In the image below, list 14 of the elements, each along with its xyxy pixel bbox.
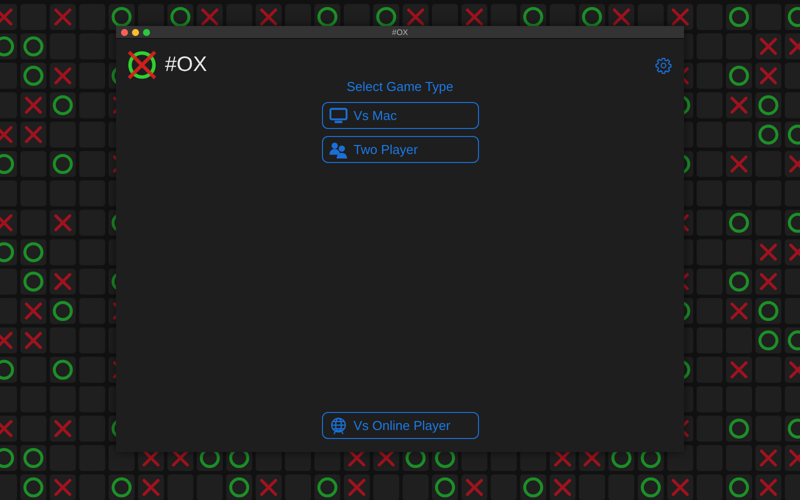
close-button[interactable]: [121, 28, 128, 36]
section-heading: Select Game Type: [346, 79, 454, 94]
minimize-button[interactable]: [132, 28, 139, 36]
game-type-button[interactable]: Vs Mac: [322, 102, 478, 129]
logo-icon: [126, 49, 158, 81]
globe-icon: [328, 416, 348, 434]
game-type-button[interactable]: Two Player: [322, 136, 478, 163]
app-title: #OX: [165, 53, 208, 77]
people-icon: [328, 140, 348, 158]
window-title: #OX: [392, 28, 408, 36]
online-player-button[interactable]: Vs Online Player: [322, 412, 478, 439]
zoom-button[interactable]: [143, 28, 150, 36]
monitor-icon: [328, 106, 348, 124]
settings-icon[interactable]: [655, 56, 672, 74]
